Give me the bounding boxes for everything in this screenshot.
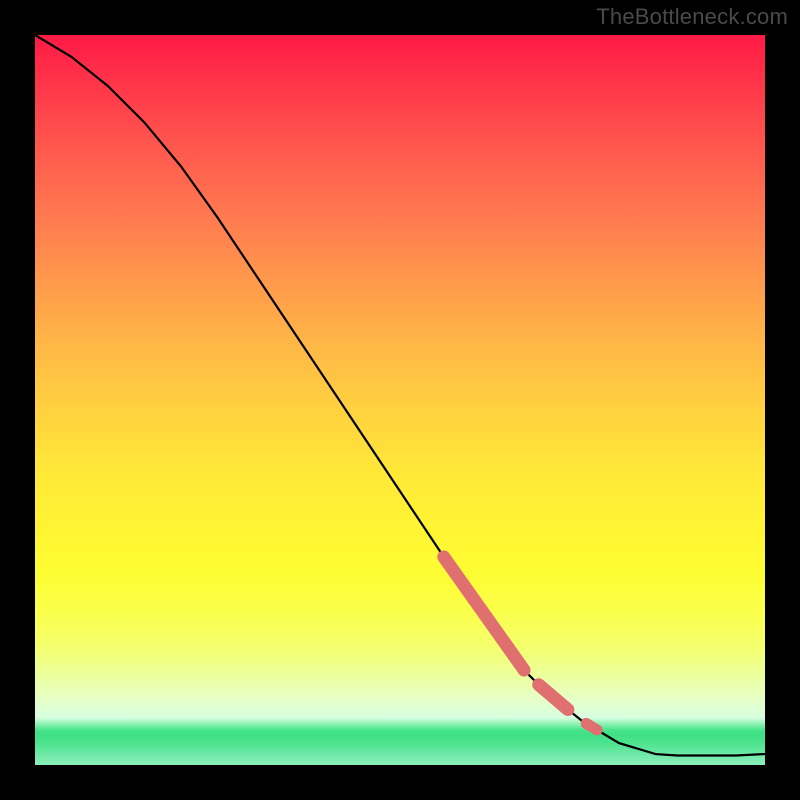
chart-plot-area — [35, 35, 765, 765]
chart-highlight-segment — [539, 685, 568, 710]
watermark-text: TheBottleneck.com — [596, 4, 788, 30]
chart-svg — [35, 35, 765, 765]
chart-highlight-segment — [444, 557, 524, 670]
chart-highlight-segment — [586, 723, 597, 730]
chart-line — [35, 35, 765, 756]
